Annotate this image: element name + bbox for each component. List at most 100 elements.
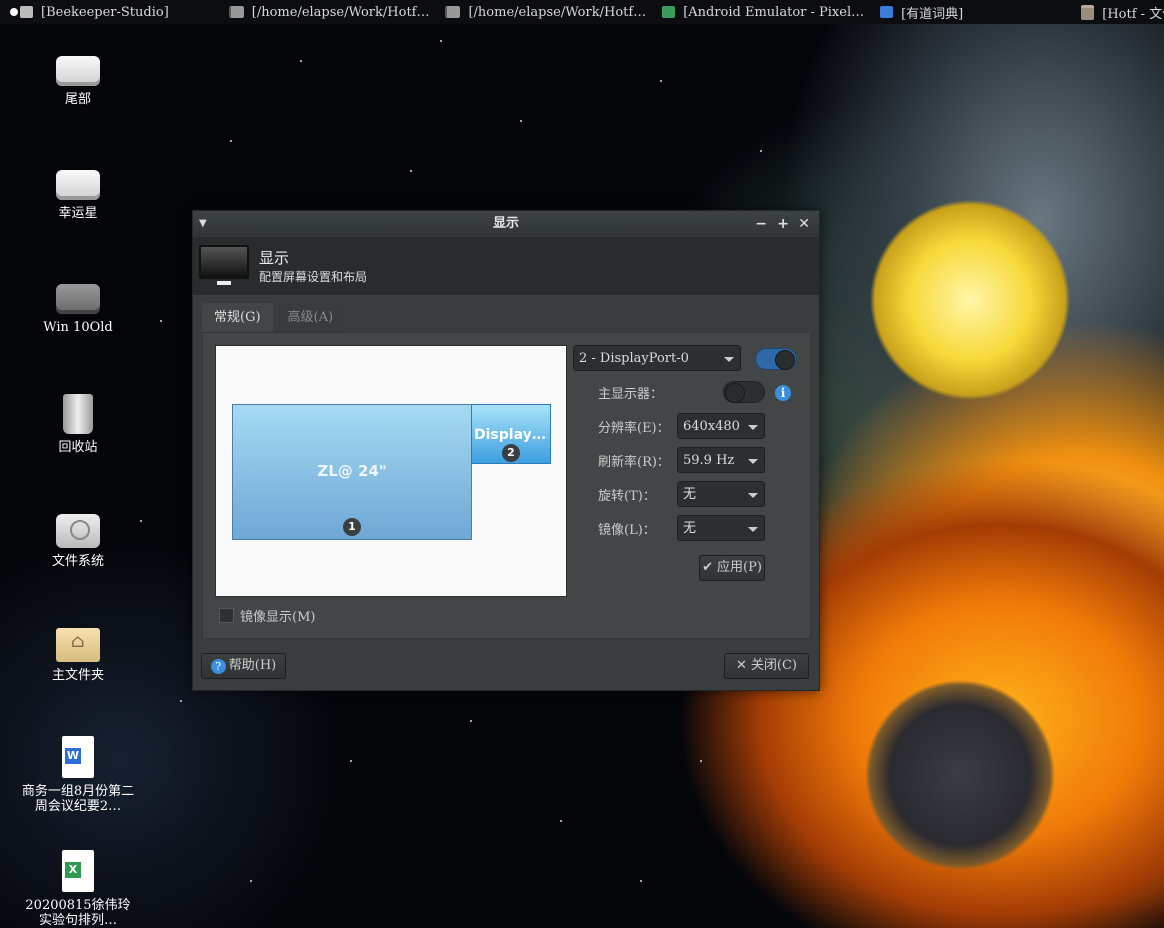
- drive-icon: [56, 56, 100, 86]
- dialog-title: 显示: [492, 216, 519, 231]
- chevron-down-icon: [748, 425, 758, 430]
- star: [640, 880, 642, 882]
- monitor-icon: [199, 245, 249, 285]
- star: [660, 80, 662, 82]
- taskbar-item-label: [Beekeeper-Studio]: [41, 4, 169, 20]
- star: [180, 700, 182, 702]
- excel-document-icon: X: [62, 850, 94, 892]
- text-editor-icon: [445, 6, 461, 18]
- output-select-value: 2 - DisplayPort-0: [579, 351, 689, 366]
- desktop-icon-home-folder[interactable]: 主文件夹: [18, 628, 138, 683]
- tab-bar: 常规(G) 高级(A): [202, 303, 348, 333]
- window-icon: [20, 6, 33, 18]
- rotation-label: 旋转(T)：: [598, 489, 656, 504]
- star: [140, 520, 142, 522]
- star: [300, 60, 302, 62]
- star: [560, 820, 562, 822]
- drive-icon: [56, 170, 100, 200]
- desktop-icon-win10old-drive[interactable]: Win 10Old: [18, 284, 138, 335]
- minimize-icon[interactable]: −: [755, 211, 767, 237]
- desktop-icon-trash[interactable]: 回收站: [18, 394, 138, 455]
- close-icon[interactable]: ✕: [798, 211, 810, 237]
- top-panel: [Beekeeper-Studio] [/home/elapse/Work/Ho…: [0, 0, 1164, 24]
- star: [410, 170, 412, 172]
- star: [700, 760, 702, 762]
- taskbar-item-file-manager[interactable]: [Hotf - 文件管理器: [1081, 0, 1164, 24]
- close-icon: ✕: [736, 658, 747, 673]
- drive-icon: [56, 284, 100, 314]
- star: [250, 880, 252, 882]
- desktop-icon-label: 主文件夹: [51, 668, 104, 683]
- taskbar-item-label: [/home/elapse/Work/Hotf…: [468, 4, 647, 20]
- primary-display-label: 主显示器：: [598, 387, 664, 402]
- star: [350, 760, 352, 762]
- trash-icon: [63, 394, 93, 434]
- tab-general[interactable]: 常规(G): [202, 303, 273, 333]
- desktop-icon-excel-doc[interactable]: X 20200815徐伟玲 实验句排列…: [18, 850, 138, 928]
- help-icon: ?: [210, 658, 226, 674]
- resolution-select[interactable]: 640x480: [677, 413, 765, 439]
- dialog-titlebar[interactable]: ▼ 显示 − + ✕: [193, 211, 819, 237]
- star: [440, 40, 442, 42]
- taskbar-item-dictionary[interactable]: [有道词典]: [880, 0, 963, 24]
- apply-button[interactable]: ✔ 应用(P): [699, 555, 765, 581]
- monitor-layout-canvas[interactable]: ZL@ 24" 1 Display… 2: [215, 345, 567, 597]
- chevron-down-icon: [748, 527, 758, 532]
- refresh-rate-select[interactable]: 59.9 Hz: [677, 447, 765, 473]
- star: [160, 320, 162, 322]
- help-button[interactable]: ? 帮助(H): [201, 653, 286, 679]
- desktop-icon-label: 回收站: [58, 440, 98, 455]
- header-title: 显示: [259, 249, 290, 267]
- reflection-value: 无: [683, 521, 697, 536]
- output-select[interactable]: 2 - DisplayPort-0: [573, 345, 741, 371]
- monitor-1[interactable]: ZL@ 24" 1: [232, 404, 472, 540]
- chevron-down-icon: [748, 459, 758, 464]
- monitor-1-label: ZL@ 24": [317, 462, 387, 480]
- star: [470, 720, 472, 722]
- info-icon[interactable]: i: [775, 385, 791, 401]
- desktop-icon-filesystem[interactable]: 文件系统: [18, 514, 138, 569]
- taskbar-item-label: [Android Emulator - Pixel…: [683, 4, 865, 20]
- dialog-header: 显示 配置屏幕设置和布局: [193, 237, 819, 295]
- maximize-icon[interactable]: +: [777, 211, 789, 237]
- output-enable-toggle[interactable]: [755, 348, 797, 370]
- star: [520, 120, 522, 122]
- rotation-select[interactable]: 无: [677, 481, 765, 507]
- taskbar-item-label: [Hotf - 文件管理器: [1102, 6, 1164, 22]
- monitor-1-number-badge: 1: [343, 518, 361, 536]
- desktop-icon-tail-drive[interactable]: 尾部: [18, 56, 138, 107]
- reflection-select[interactable]: 无: [677, 515, 765, 541]
- chevron-down-icon: [748, 493, 758, 498]
- display-settings-dialog: ▼ 显示 − + ✕ 显示 配置屏幕设置和布局 常规(G) 高级(A) ZL@ …: [192, 210, 820, 691]
- star: [760, 150, 762, 152]
- reflection-label: 镜像(L)：: [598, 523, 656, 538]
- refresh-rate-value: 59.9 Hz: [683, 453, 735, 468]
- desktop-icon-label: 尾部: [64, 92, 91, 107]
- dictionary-icon: [880, 6, 894, 18]
- taskbar-item-android-emulator[interactable]: [Android Emulator - Pixel…: [662, 0, 864, 24]
- monitor-2[interactable]: Display… 2: [471, 404, 551, 464]
- taskbar-item-editor-1[interactable]: [/home/elapse/Work/Hotf…: [228, 0, 429, 24]
- star: [230, 140, 232, 142]
- taskbar-item-editor-2[interactable]: [/home/elapse/Work/Hotf…: [445, 0, 646, 24]
- checkbox-box[interactable]: [219, 608, 234, 623]
- help-button-label: 帮助(H): [228, 658, 277, 673]
- desktop-icon-lucky-star-drive[interactable]: 幸运星: [18, 170, 138, 221]
- android-emulator-icon: [662, 6, 676, 18]
- taskbar-item-beekeeper[interactable]: [Beekeeper-Studio]: [20, 0, 169, 24]
- desktop-icon-label: 文件系统: [51, 554, 104, 569]
- primary-display-toggle[interactable]: [723, 381, 765, 403]
- tab-advanced[interactable]: 高级(A): [275, 303, 346, 333]
- window-menu-icon[interactable]: ▼: [199, 211, 207, 237]
- header-subtitle: 配置屏幕设置和布局: [259, 270, 368, 284]
- word-document-icon: W: [62, 736, 94, 778]
- close-button[interactable]: ✕ 关闭(C): [724, 653, 809, 679]
- monitor-2-label: Display…: [474, 427, 546, 443]
- apply-button-label: 应用(P): [717, 560, 762, 575]
- resolution-label: 分辨率(E)：: [598, 421, 670, 436]
- rotation-value: 无: [683, 487, 697, 502]
- mirror-displays-checkbox[interactable]: 镜像显示(M): [219, 606, 315, 625]
- folder-icon: [1081, 4, 1095, 20]
- resolution-value: 640x480: [683, 419, 740, 434]
- desktop-icon-word-doc[interactable]: W 商务一组8月份第二周会议纪要2…: [18, 736, 138, 814]
